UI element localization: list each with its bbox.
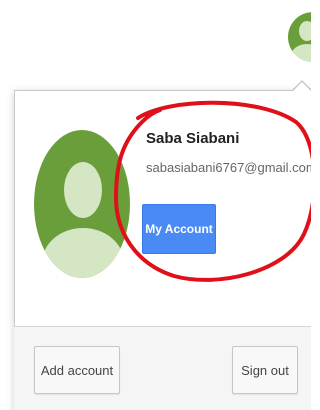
sign-out-button[interactable]: Sign out	[232, 346, 298, 394]
account-avatar-button[interactable]	[288, 12, 311, 62]
account-popup-page: Saba Siabani sabasiabani6767@gmail.com M…	[0, 0, 311, 410]
popup-caret-inner	[293, 82, 311, 91]
avatar-head-shape	[64, 162, 102, 218]
add-account-button[interactable]: Add account	[34, 346, 120, 394]
annotation-circle	[113, 100, 311, 282]
avatar-body-shape	[291, 44, 311, 62]
avatar-head-shape	[299, 21, 311, 41]
